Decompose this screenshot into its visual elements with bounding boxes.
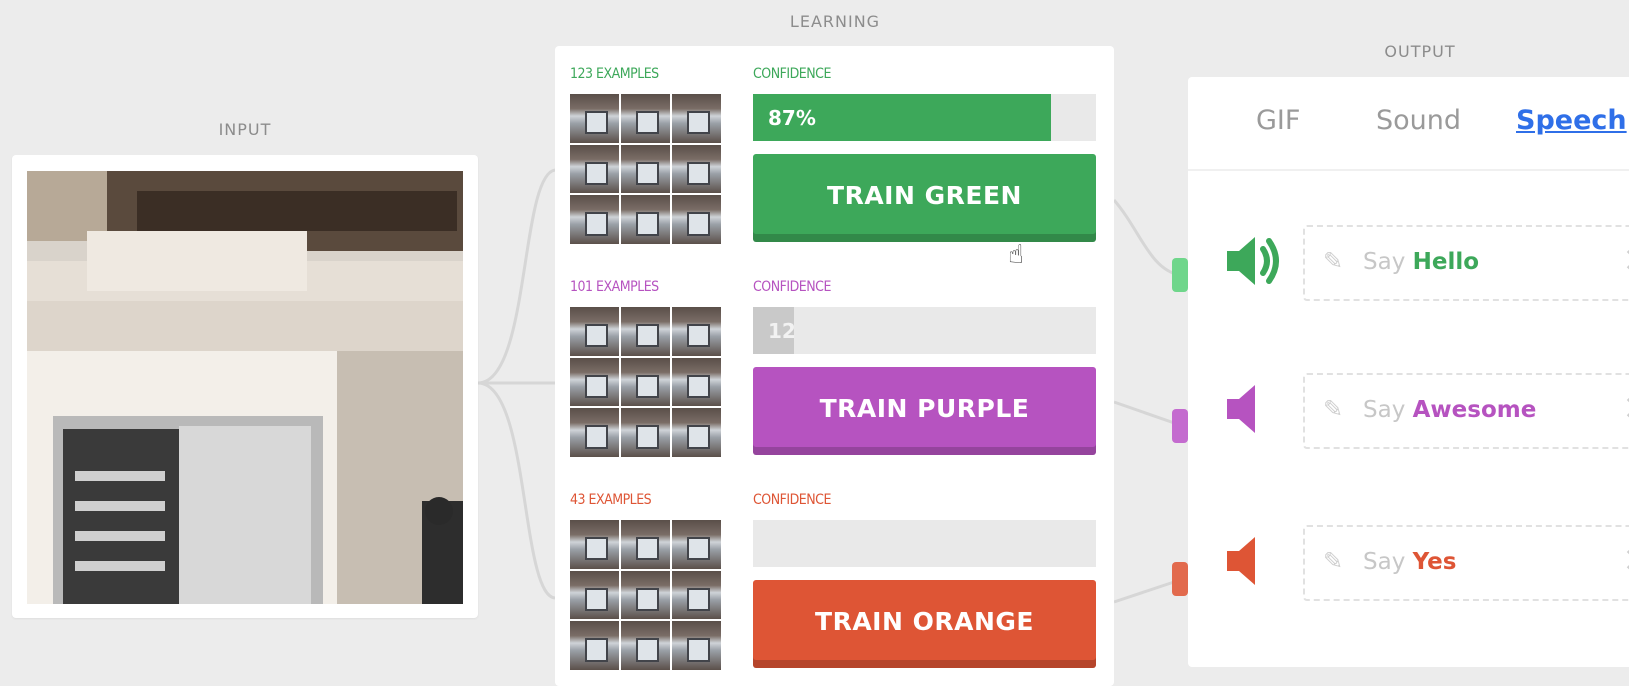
say-input-hello[interactable]: ✎ Say Hello ✕ <box>1303 225 1629 301</box>
example-thumbnails <box>570 520 721 670</box>
output-panel: GIF Sound Speech ✎ Say Hello ✕ ✎ Say Awe… <box>1188 77 1629 667</box>
say-word: Yes <box>1413 549 1457 575</box>
hand-cursor-icon: ☝ <box>1008 240 1024 270</box>
class-purple: 101 EXAMPLES CONFIDENCE 12 TRAIN PURPLE <box>555 259 1114 469</box>
train-purple-button[interactable]: TRAIN PURPLE <box>753 367 1096 455</box>
say-word: Hello <box>1413 249 1479 275</box>
say-input-awesome[interactable]: ✎ Say Awesome ✕ <box>1303 373 1629 449</box>
purple-node <box>1172 409 1188 443</box>
speaker-icon <box>1223 377 1287 441</box>
close-icon[interactable]: ✕ <box>1623 241 1629 281</box>
tab-sound[interactable]: Sound <box>1376 105 1461 136</box>
say-text: Say Awesome <box>1363 397 1536 423</box>
input-panel <box>12 155 478 618</box>
close-icon[interactable]: ✕ <box>1623 541 1629 581</box>
say-text: Say Hello <box>1363 249 1479 275</box>
say-input-yes[interactable]: ✎ Say Yes ✕ <box>1303 525 1629 601</box>
pencil-icon: ✎ <box>1323 547 1343 575</box>
learning-panel: 123 EXAMPLES CONFIDENCE 87% TRAIN GREEN … <box>555 46 1114 686</box>
train-green-button[interactable]: TRAIN GREEN <box>753 154 1096 242</box>
tab-speech[interactable]: Speech <box>1516 105 1627 136</box>
confidence-value: 12 <box>768 319 796 343</box>
speaker-on-icon <box>1223 229 1287 293</box>
green-node <box>1172 258 1188 292</box>
example-thumbnails <box>570 307 721 457</box>
pencil-icon: ✎ <box>1323 247 1343 275</box>
confidence-value: 87% <box>768 106 816 130</box>
confidence-label: CONFIDENCE <box>753 492 831 508</box>
say-text: Say Yes <box>1363 549 1456 575</box>
learning-label: LEARNING <box>760 12 910 31</box>
examples-count: 101 EXAMPLES <box>570 279 659 295</box>
class-orange: 43 EXAMPLES CONFIDENCE TRAIN ORANGE <box>555 472 1114 682</box>
confidence-label: CONFIDENCE <box>753 66 831 82</box>
say-word: Awesome <box>1413 397 1537 423</box>
close-icon[interactable]: ✕ <box>1623 389 1629 429</box>
example-thumbnails <box>570 94 721 244</box>
orange-node <box>1172 562 1188 596</box>
output-tabs: GIF Sound Speech <box>1188 77 1629 171</box>
speaker-icon <box>1223 529 1287 593</box>
confidence-bar: 12 <box>753 307 1096 354</box>
input-label: INPUT <box>190 120 300 139</box>
tab-gif[interactable]: GIF <box>1256 105 1300 136</box>
webcam-feed <box>27 171 463 604</box>
confidence-bar <box>753 520 1096 567</box>
output-label: OUTPUT <box>1360 42 1480 61</box>
examples-count: 123 EXAMPLES <box>570 66 659 82</box>
train-orange-button[interactable]: TRAIN ORANGE <box>753 580 1096 668</box>
class-green: 123 EXAMPLES CONFIDENCE 87% TRAIN GREEN <box>555 46 1114 256</box>
confidence-bar: 87% <box>753 94 1096 141</box>
confidence-label: CONFIDENCE <box>753 279 831 295</box>
examples-count: 43 EXAMPLES <box>570 492 651 508</box>
pencil-icon: ✎ <box>1323 395 1343 423</box>
